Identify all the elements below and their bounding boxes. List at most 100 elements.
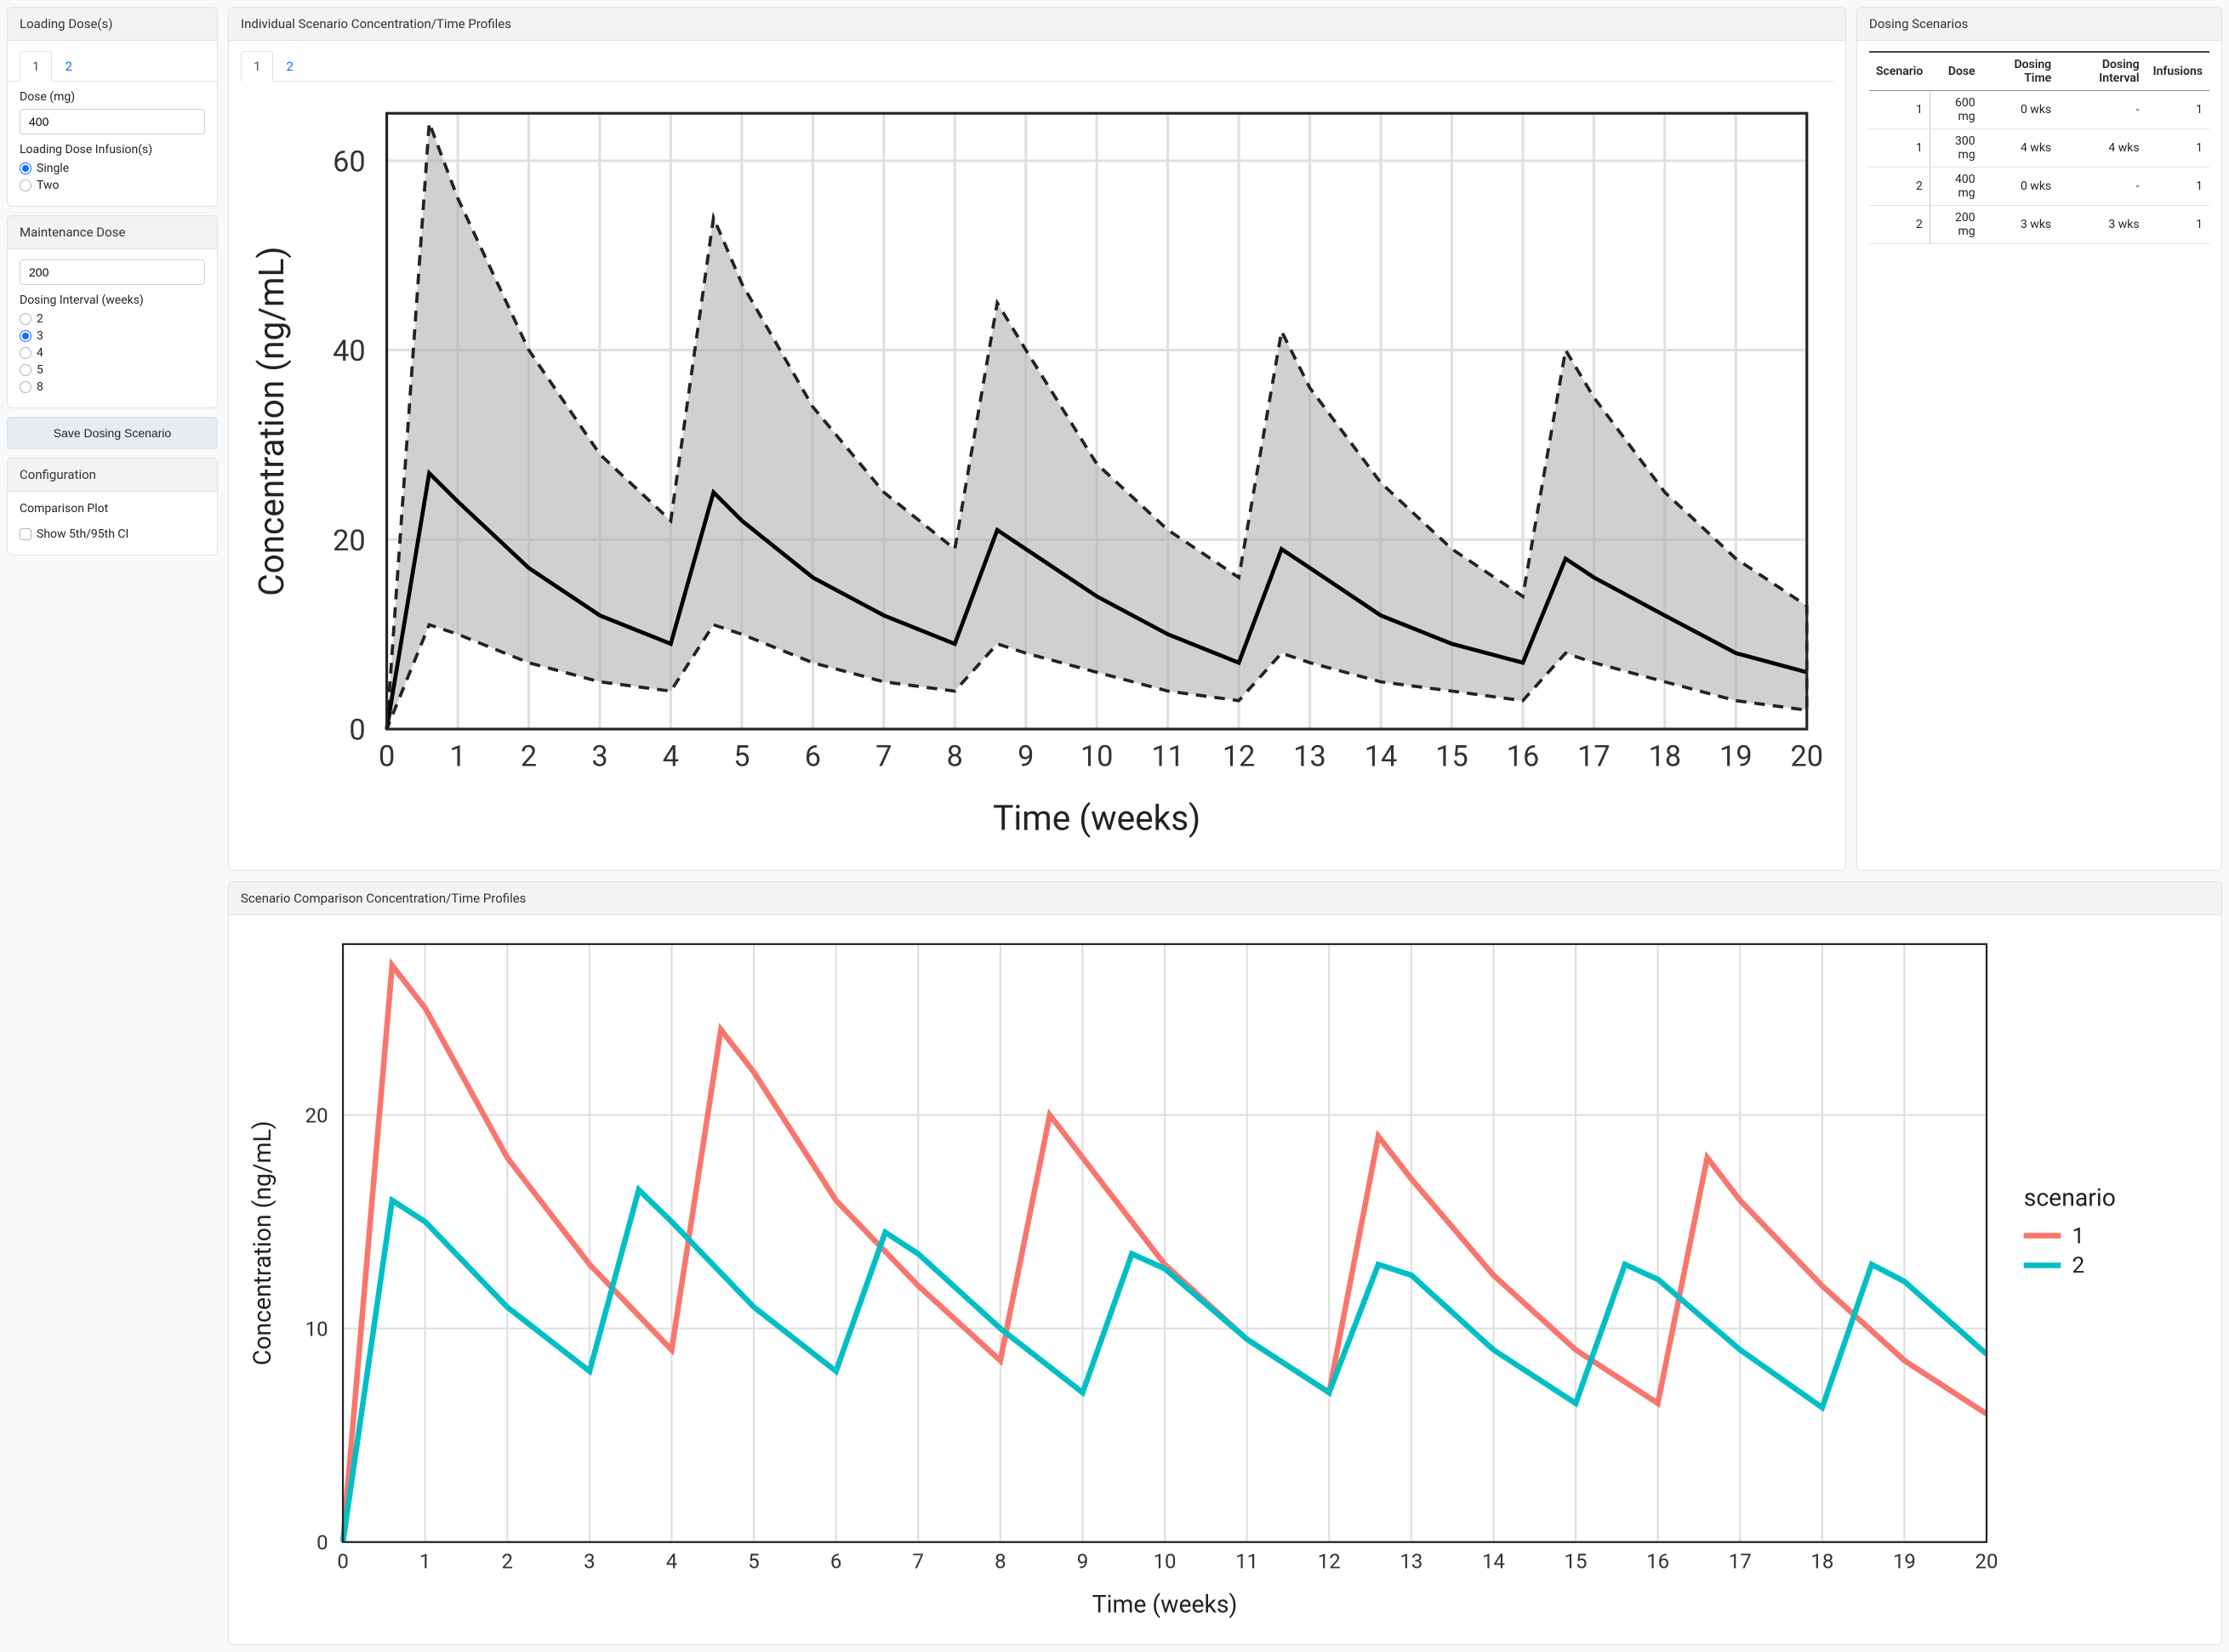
- table-row: 1300 mg4 wks4 wks1: [1869, 129, 2209, 168]
- svg-text:15: 15: [1565, 1549, 1588, 1573]
- show-ci-checkbox[interactable]: [20, 528, 31, 540]
- loading-dose-tabs: 1 2: [8, 51, 217, 82]
- svg-text:Concentration (ng/mL): Concentration (ng/mL): [248, 1120, 276, 1365]
- table-cell: -: [2058, 168, 2146, 206]
- interval-option-label: 2: [37, 312, 43, 326]
- table-cell: 3 wks: [1982, 206, 2058, 244]
- comparison-plot-label: Comparison Plot: [20, 502, 205, 516]
- svg-text:20: 20: [1791, 740, 1824, 774]
- scenarios-header-cell: Dose: [1930, 52, 1981, 91]
- svg-text:0: 0: [379, 740, 395, 774]
- table-cell: 1: [2146, 168, 2209, 206]
- interval-option-label: 3: [37, 329, 43, 343]
- loading-dose-input[interactable]: [20, 109, 205, 134]
- svg-text:Time (weeks): Time (weeks): [1092, 1591, 1238, 1619]
- svg-text:1: 1: [2072, 1223, 2084, 1249]
- table-cell: 4 wks: [1982, 129, 2058, 168]
- comparison-chart-title: Scenario Comparison Concentration/Time P…: [229, 882, 2221, 915]
- svg-text:8: 8: [995, 1549, 1006, 1573]
- svg-text:11: 11: [1235, 1549, 1258, 1573]
- table-row: 1600 mg0 wks-1: [1869, 91, 2209, 129]
- svg-text:60: 60: [333, 145, 366, 179]
- svg-text:17: 17: [1577, 740, 1610, 774]
- svg-text:2: 2: [2072, 1253, 2084, 1279]
- scenarios-header-cell: Scenario: [1869, 52, 1930, 91]
- svg-text:0: 0: [349, 714, 365, 748]
- table-cell: 600 mg: [1930, 91, 1981, 129]
- svg-text:12: 12: [1223, 740, 1256, 774]
- loading-dose-panel: Loading Dose(s) 1 2 Dose (mg) Loading Do…: [7, 7, 218, 207]
- individual-tab-2[interactable]: 2: [273, 51, 305, 82]
- svg-text:Concentration (ng/mL): Concentration (ng/mL): [251, 246, 292, 595]
- loading-tab-1[interactable]: 1: [20, 51, 52, 82]
- table-cell: -: [2058, 91, 2146, 129]
- svg-text:12: 12: [1318, 1549, 1341, 1573]
- scenarios-header-cell: Dosing Time: [1982, 52, 2058, 91]
- scenarios-table: ScenarioDoseDosing TimeDosing IntervalIn…: [1869, 51, 2209, 244]
- table-cell: 4 wks: [2058, 129, 2146, 168]
- maintenance-dose-input[interactable]: [20, 259, 205, 285]
- table-cell: 2: [1869, 168, 1930, 206]
- individual-chart-title: Individual Scenario Concentration/Time P…: [229, 8, 1845, 41]
- svg-text:Time (weeks): Time (weeks): [993, 798, 1200, 839]
- table-row: 2200 mg3 wks3 wks1: [1869, 206, 2209, 244]
- interval-option-label: 4: [37, 346, 43, 360]
- table-cell: 400 mg: [1930, 168, 1981, 206]
- individual-tab-1[interactable]: 1: [241, 51, 273, 82]
- svg-text:2: 2: [521, 740, 537, 774]
- svg-text:3: 3: [584, 1549, 596, 1573]
- loading-tab-2[interactable]: 2: [52, 51, 84, 82]
- interval-radio-3[interactable]: [20, 330, 31, 342]
- scenarios-panel: Dosing Scenarios ScenarioDoseDosing Time…: [1856, 7, 2222, 871]
- interval-option-label: 8: [37, 380, 43, 394]
- svg-text:7: 7: [875, 740, 892, 774]
- svg-text:14: 14: [1482, 1549, 1505, 1573]
- svg-text:19: 19: [1893, 1549, 1916, 1573]
- maintenance-title: Maintenance Dose: [8, 216, 217, 249]
- interval-radio-2[interactable]: [20, 313, 31, 325]
- svg-text:8: 8: [947, 740, 963, 774]
- infusion-option-label: Single: [37, 162, 69, 175]
- interval-radio-5[interactable]: [20, 364, 31, 376]
- svg-text:1: 1: [419, 1549, 430, 1573]
- svg-text:20: 20: [333, 524, 366, 558]
- svg-text:0: 0: [316, 1530, 328, 1554]
- individual-chart: 012345678910111213141516171819200204060T…: [241, 87, 1833, 857]
- comparison-chart-panel: Scenario Comparison Concentration/Time P…: [228, 881, 2222, 1646]
- svg-text:4: 4: [666, 1549, 677, 1573]
- table-cell: 0 wks: [1982, 91, 2058, 129]
- table-cell: 200 mg: [1930, 206, 1981, 244]
- interval-radio-4[interactable]: [20, 347, 31, 359]
- dose-label: Dose (mg): [20, 90, 205, 104]
- config-title: Configuration: [8, 459, 217, 492]
- svg-text:9: 9: [1018, 740, 1034, 774]
- loading-dose-title: Loading Dose(s): [8, 8, 217, 41]
- interval-label: Dosing Interval (weeks): [20, 293, 205, 307]
- table-cell: 1: [2146, 129, 2209, 168]
- svg-text:0: 0: [337, 1549, 349, 1573]
- svg-text:40: 40: [333, 334, 366, 368]
- interval-radio-8[interactable]: [20, 381, 31, 393]
- individual-chart-tabs: 1 2: [241, 51, 1833, 82]
- svg-text:4: 4: [663, 740, 679, 774]
- svg-text:2: 2: [502, 1549, 514, 1573]
- svg-text:17: 17: [1729, 1549, 1752, 1573]
- svg-text:9: 9: [1077, 1549, 1089, 1573]
- infusion-option-label: Two: [37, 179, 59, 192]
- infusion-label: Loading Dose Infusion(s): [20, 143, 205, 157]
- scenarios-header-cell: Infusions: [2146, 52, 2209, 91]
- svg-text:10: 10: [1154, 1549, 1177, 1573]
- svg-text:13: 13: [1400, 1549, 1422, 1573]
- svg-text:20: 20: [1975, 1549, 1998, 1573]
- maintenance-dose-panel: Maintenance Dose Dosing Interval (weeks)…: [7, 215, 218, 408]
- infusion-radio-single[interactable]: [20, 162, 31, 174]
- infusion-radio-two[interactable]: [20, 179, 31, 191]
- save-scenario-button[interactable]: Save Dosing Scenario: [7, 417, 218, 449]
- table-cell: 300 mg: [1930, 129, 1981, 168]
- show-ci-label: Show 5th/95th CI: [37, 527, 128, 541]
- svg-text:13: 13: [1293, 740, 1326, 774]
- svg-text:10: 10: [305, 1317, 328, 1341]
- svg-text:16: 16: [1507, 740, 1540, 774]
- configuration-panel: Configuration Comparison Plot Show 5th/9…: [7, 458, 218, 555]
- table-cell: 1: [1869, 91, 1930, 129]
